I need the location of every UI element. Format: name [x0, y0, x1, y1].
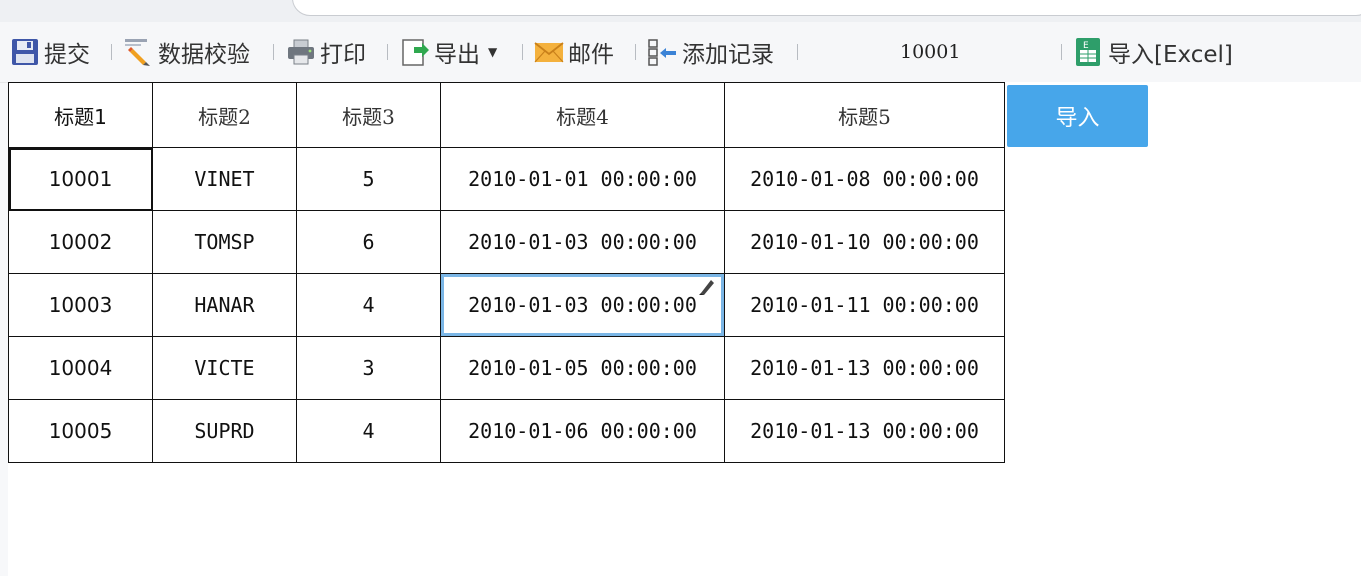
svg-text:E: E [1083, 41, 1089, 51]
table-row: 10004 VICTE 3 2010-01-05 00:00:00 2010-0… [8, 336, 1005, 400]
add-record-label: 添加记录 [682, 42, 774, 68]
table-cell[interactable]: 10001 [7, 146, 154, 212]
print-button[interactable]: 打印 [286, 36, 366, 68]
data-validate-icon [124, 37, 154, 67]
import-excel-label: 导入[Excel] [1108, 42, 1233, 68]
table-cell[interactable]: 4 [296, 399, 441, 463]
table-row: 10003 HANAR 4 2010-01-03 00:00:00 2010-0… [8, 273, 1005, 337]
toolbar-separator [797, 44, 798, 60]
table-cell[interactable]: 10005 [8, 399, 153, 463]
export-label: 导出 [434, 42, 480, 68]
table-row: 10001 VINET 5 2010-01-01 00:00:00 2010-0… [7, 146, 1005, 212]
excel-icon: E [1074, 37, 1104, 67]
table-cell[interactable]: 2010-01-11 00:00:00 [724, 273, 1005, 337]
table-cell-value: 2010-01-03 00:00:00 [468, 293, 697, 317]
header-cell: 标题4 [440, 82, 725, 148]
print-icon [286, 37, 316, 67]
add-record-button[interactable]: 添加记录 [648, 36, 774, 68]
table-cell[interactable]: TOMSP [152, 210, 297, 274]
import-button[interactable]: 导入 [1007, 85, 1148, 147]
browser-top-strip [0, 0, 1361, 22]
header-cell: 标题3 [296, 82, 441, 148]
table-cell[interactable]: HANAR [152, 273, 297, 337]
report-toolbar: 提交 数据校验 打印 导出 ▼ 邮件 添加记录 10001 E 导入[Excel… [0, 22, 1361, 83]
pencil-icon[interactable] [696, 276, 716, 296]
toolbar-separator [387, 44, 388, 60]
browser-address-bar[interactable] [292, 0, 1361, 16]
editable-table-cell[interactable]: 2010-01-03 00:00:00 [440, 273, 725, 337]
table-cell[interactable]: 6 [296, 210, 441, 274]
import-excel-button[interactable]: E 导入[Excel] [1074, 36, 1233, 68]
header-cell: 标题5 [724, 82, 1005, 148]
report-sheet: 标题1 标题2 标题3 标题4 标题5 10001 VINET 5 2010-0… [7, 82, 1361, 576]
table-cell[interactable]: 2010-01-08 00:00:00 [724, 147, 1005, 211]
table-row: 10005 SUPRD 4 2010-01-06 00:00:00 2010-0… [8, 399, 1005, 463]
mail-label: 邮件 [568, 42, 614, 68]
table-row: 10002 TOMSP 6 2010-01-03 00:00:00 2010-0… [8, 210, 1005, 274]
chevron-down-icon: ▼ [488, 45, 498, 59]
table-cell[interactable]: 10004 [8, 336, 153, 400]
toolbar-separator [522, 44, 523, 60]
toolbar-separator [635, 44, 636, 60]
table-cell[interactable]: 2010-01-13 00:00:00 [724, 399, 1005, 463]
header-cell: 标题2 [152, 82, 297, 148]
toolbar-value-field[interactable]: 10001 [900, 36, 960, 68]
table-cell[interactable]: 2010-01-03 00:00:00 [440, 210, 725, 274]
mail-button[interactable]: 邮件 [534, 36, 614, 68]
table-header-row: 标题1 标题2 标题3 标题4 标题5 [8, 82, 1005, 148]
print-label: 打印 [320, 42, 366, 68]
data-validate-button[interactable]: 数据校验 [124, 36, 250, 68]
data-validate-label: 数据校验 [158, 42, 250, 68]
submit-button[interactable]: 提交 [10, 36, 90, 68]
table-cell[interactable]: 10002 [8, 210, 153, 274]
header-cell: 标题1 [8, 82, 153, 148]
table-cell[interactable]: 5 [296, 147, 441, 211]
add-record-icon [648, 37, 678, 67]
table-cell[interactable]: 3 [296, 336, 441, 400]
table-cell[interactable]: 2010-01-06 00:00:00 [440, 399, 725, 463]
table-cell[interactable]: SUPRD [152, 399, 297, 463]
table-cell[interactable]: VINET [152, 147, 297, 211]
save-icon [10, 37, 40, 67]
toolbar-separator [273, 44, 274, 60]
data-table: 标题1 标题2 标题3 标题4 标题5 10001 VINET 5 2010-0… [7, 82, 1005, 463]
submit-label: 提交 [44, 42, 90, 68]
toolbar-separator [111, 44, 112, 60]
table-cell[interactable]: 2010-01-05 00:00:00 [440, 336, 725, 400]
table-cell[interactable]: 2010-01-13 00:00:00 [724, 336, 1005, 400]
export-dropdown-button[interactable]: 导出 ▼ [400, 36, 497, 68]
export-icon [400, 37, 430, 67]
table-cell[interactable]: 2010-01-10 00:00:00 [724, 210, 1005, 274]
toolbar-separator [1061, 44, 1062, 60]
table-cell[interactable]: VICTE [152, 336, 297, 400]
table-cell[interactable]: 10003 [8, 273, 153, 337]
mail-icon [534, 37, 564, 67]
table-cell[interactable]: 4 [296, 273, 441, 337]
table-cell[interactable]: 2010-01-01 00:00:00 [440, 147, 725, 211]
